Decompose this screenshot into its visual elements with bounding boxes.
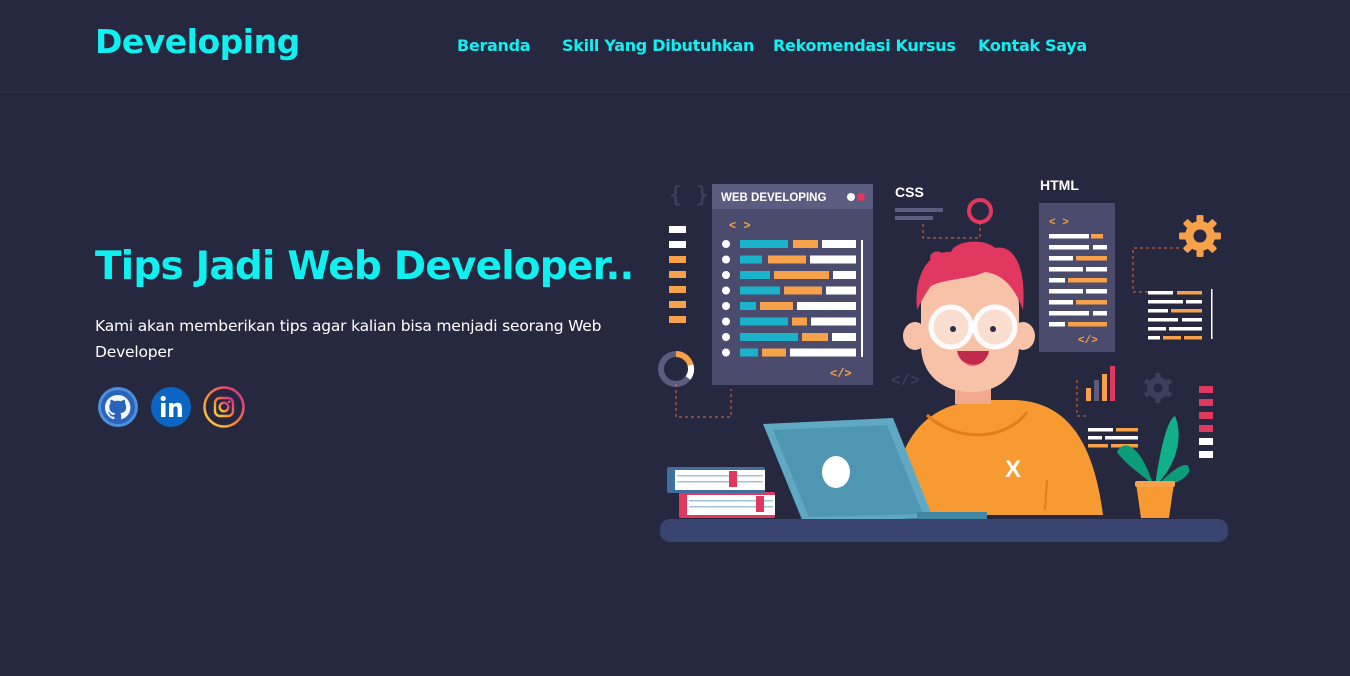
- web-developing-window: WEB DEVELOPING < > </>: [712, 184, 873, 385]
- mini-bar-chart: [1076, 366, 1115, 417]
- nav-link-skill[interactable]: Skill Yang Dibutuhkan: [562, 36, 754, 55]
- github-icon[interactable]: [97, 386, 139, 428]
- svg-text:{ }: { }: [669, 183, 709, 208]
- window-title: WEB DEVELOPING: [721, 192, 826, 204]
- svg-text:</>: </>: [891, 372, 920, 390]
- html-panel: < > </>: [1039, 203, 1115, 352]
- desk: [660, 519, 1228, 542]
- html-label: HTML: [1040, 177, 1079, 193]
- hero-description: Kami akan memberikan tips agar kalian bi…: [95, 317, 602, 361]
- css-label: CSS: [895, 184, 924, 200]
- nav-link-rekomendasi[interactable]: Rekomendasi Kursus: [773, 36, 956, 55]
- nav-link-kontak[interactable]: Kontak Saya: [978, 36, 1087, 55]
- code-open-tag: < >: [729, 219, 751, 233]
- nav-link-beranda[interactable]: Beranda: [457, 36, 531, 55]
- navbar: Developing Beranda Skill Yang Dibutuhkan…: [0, 0, 1350, 92]
- svg-text:< >: < >: [1049, 217, 1069, 229]
- linkedin-icon[interactable]: [150, 386, 192, 428]
- svg-text:</>: </>: [1078, 335, 1098, 347]
- shirt-letter: X: [1005, 456, 1021, 483]
- small-code-lines: [1088, 428, 1138, 448]
- gear-icon: [1179, 215, 1221, 257]
- right-bar-list: [1199, 386, 1213, 458]
- books: [667, 467, 775, 518]
- right-code-block: [1148, 289, 1213, 340]
- left-bar-list: [669, 226, 686, 323]
- hero-title: Tips Jadi Web Developer..: [95, 244, 634, 289]
- main-nav: Beranda Skill Yang Dibutuhkan Rekomendas…: [0, 36, 1350, 60]
- social-links: [97, 386, 257, 428]
- instagram-icon[interactable]: [203, 386, 245, 428]
- code-close-tag: </>: [830, 367, 852, 381]
- web-developer-illustration: { } WEB DEVELOPING < > </> CSS HTML < > …: [655, 170, 1240, 550]
